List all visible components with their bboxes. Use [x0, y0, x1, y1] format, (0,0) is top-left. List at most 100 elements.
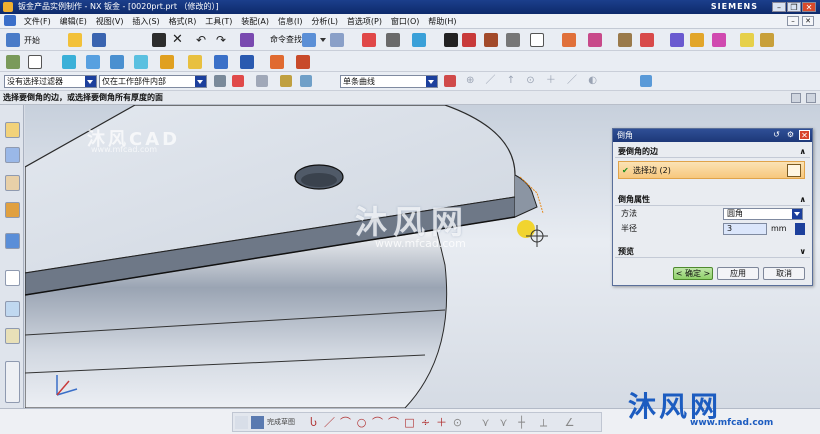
- line-icon[interactable]: ／: [323, 416, 336, 429]
- layer-icon[interactable]: [506, 33, 520, 47]
- close-icon[interactable]: ✕: [799, 130, 810, 140]
- menu-analysis[interactable]: 分析(L): [308, 14, 341, 29]
- chevron-down-icon[interactable]: [792, 209, 802, 219]
- dimple-icon[interactable]: [270, 55, 284, 69]
- system-materials-icon[interactable]: [5, 328, 20, 344]
- intersection-icon[interactable]: [444, 75, 456, 87]
- render-style-icon[interactable]: [362, 33, 376, 47]
- flange-icon[interactable]: [588, 33, 602, 47]
- redo-icon[interactable]: ↷: [216, 33, 230, 47]
- bend-icon[interactable]: [86, 55, 100, 69]
- close-window-button[interactable]: ✕: [802, 2, 816, 12]
- minimize-button[interactable]: –: [772, 2, 786, 12]
- fillet-icon[interactable]: ⌒: [371, 416, 384, 429]
- analysis-icon[interactable]: [618, 33, 632, 47]
- ok-button[interactable]: < 确定 >: [673, 267, 713, 280]
- apply-button[interactable]: 应用: [717, 267, 759, 280]
- select-edge-button[interactable]: ✔ 选择边 (2): [618, 161, 805, 179]
- sheet-metal-icon[interactable]: [562, 33, 576, 47]
- louver-icon[interactable]: [134, 55, 148, 69]
- cue-button-right[interactable]: [806, 93, 816, 103]
- polygon-icon[interactable]: ∻: [419, 416, 432, 429]
- edges-group-header[interactable]: 要倒角的边 ∧: [615, 145, 810, 158]
- menu-view[interactable]: 视图(V): [93, 14, 127, 29]
- sketch-icon[interactable]: [6, 55, 20, 69]
- offset-icon[interactable]: ⊙: [451, 416, 464, 429]
- chevron-up-icon[interactable]: ∧: [800, 193, 807, 206]
- cube-select-icon[interactable]: [640, 75, 652, 87]
- doc-restore-button[interactable]: –: [787, 16, 799, 26]
- material-icon[interactable]: [462, 33, 476, 47]
- selection-scope-dropdown[interactable]: 仅在工作部件内部: [99, 75, 207, 88]
- measure-icon[interactable]: [640, 33, 654, 47]
- texture-icon[interactable]: [484, 33, 498, 47]
- menu-preferences[interactable]: 首选项(P): [344, 14, 385, 29]
- properties-group-header[interactable]: 倒角属性 ∧: [615, 193, 810, 206]
- curve-rule-icon[interactable]: [300, 75, 312, 87]
- circle-icon[interactable]: ○: [355, 416, 368, 429]
- command-finder-icon[interactable]: [240, 33, 254, 47]
- fit-view-icon[interactable]: [302, 33, 316, 47]
- method-dropdown[interactable]: 圆角: [723, 208, 803, 220]
- tab-icon[interactable]: [62, 55, 76, 69]
- delete-icon[interactable]: ✕: [172, 33, 186, 47]
- export-icon[interactable]: [240, 55, 254, 69]
- layer-settings-icon[interactable]: [530, 33, 544, 47]
- shaded-icon[interactable]: [386, 33, 400, 47]
- view-orient-icon[interactable]: [412, 33, 426, 47]
- history-icon[interactable]: [5, 270, 20, 286]
- cancel-button[interactable]: 取消: [763, 267, 805, 280]
- corner-icon[interactable]: ┼: [515, 416, 528, 429]
- roles-icon[interactable]: [5, 361, 20, 403]
- reuse-library-icon[interactable]: [5, 202, 20, 218]
- wcs-icon[interactable]: [670, 33, 684, 47]
- menu-file[interactable]: 文件(F): [21, 14, 54, 29]
- cue-button-left[interactable]: [791, 93, 802, 103]
- menu-tools[interactable]: 工具(T): [202, 14, 235, 29]
- snap-icon[interactable]: [712, 33, 726, 47]
- menu-assembly[interactable]: 装配(A): [238, 14, 272, 29]
- cut-icon[interactable]: [152, 33, 166, 47]
- assembly-navigator-icon[interactable]: [5, 147, 20, 163]
- rectangle-icon[interactable]: [28, 55, 42, 69]
- menu-window[interactable]: 窗口(O): [388, 14, 423, 29]
- corner-icon[interactable]: [160, 55, 174, 69]
- chamfer-icon[interactable]: ⌒: [387, 416, 400, 429]
- settings-icon[interactable]: ⚙: [785, 130, 796, 140]
- edge-cube-icon[interactable]: [787, 164, 801, 177]
- maximize-button[interactable]: ❐: [787, 2, 801, 12]
- contour-flange-icon[interactable]: [110, 55, 124, 69]
- visibility-icon[interactable]: [444, 33, 458, 47]
- curve-rule-dropdown[interactable]: 单条曲线: [340, 75, 438, 88]
- select-all-icon[interactable]: [232, 75, 244, 87]
- web-browser-icon[interactable]: [5, 233, 20, 249]
- arc-icon[interactable]: ⌒: [339, 416, 352, 429]
- reset-icon[interactable]: ↺: [771, 130, 782, 140]
- rectangle-icon[interactable]: □: [403, 416, 416, 429]
- light-icon[interactable]: [690, 33, 704, 47]
- curve-end-icon[interactable]: [280, 75, 292, 87]
- menu-info[interactable]: 信息(I): [275, 14, 306, 29]
- save-icon[interactable]: [92, 33, 106, 47]
- preview-group-header[interactable]: 预览 ∨: [615, 245, 810, 258]
- clock-icon[interactable]: [5, 301, 20, 317]
- flat-pattern-icon[interactable]: [214, 55, 228, 69]
- snap-points-icon[interactable]: ⊕ ／ ↑ ⊙ ＋ ／ ◐: [466, 75, 636, 87]
- type-filter-dropdown[interactable]: 没有选择过滤器: [4, 75, 97, 88]
- chevron-down-icon[interactable]: [320, 38, 326, 42]
- start-icon[interactable]: [6, 33, 20, 47]
- trim-icon[interactable]: ⋎: [479, 416, 492, 429]
- chevron-down-icon[interactable]: [426, 76, 437, 87]
- chevron-down-icon[interactable]: ∨: [800, 245, 807, 258]
- dimension-icon[interactable]: ⟂: [537, 416, 550, 429]
- sketch-frame-icon[interactable]: [235, 416, 248, 429]
- menu-edit[interactable]: 编辑(E): [57, 14, 90, 29]
- bead-icon[interactable]: [296, 55, 310, 69]
- menu-format[interactable]: 格式(R): [166, 14, 200, 29]
- radius-input[interactable]: 3: [723, 223, 767, 235]
- selection-handle[interactable]: [517, 220, 535, 238]
- open-folder-icon[interactable]: [68, 33, 82, 47]
- chevron-down-icon[interactable]: [195, 76, 206, 87]
- menu-help[interactable]: 帮助(H): [425, 14, 459, 29]
- constraint-icon[interactable]: ∠: [563, 416, 576, 429]
